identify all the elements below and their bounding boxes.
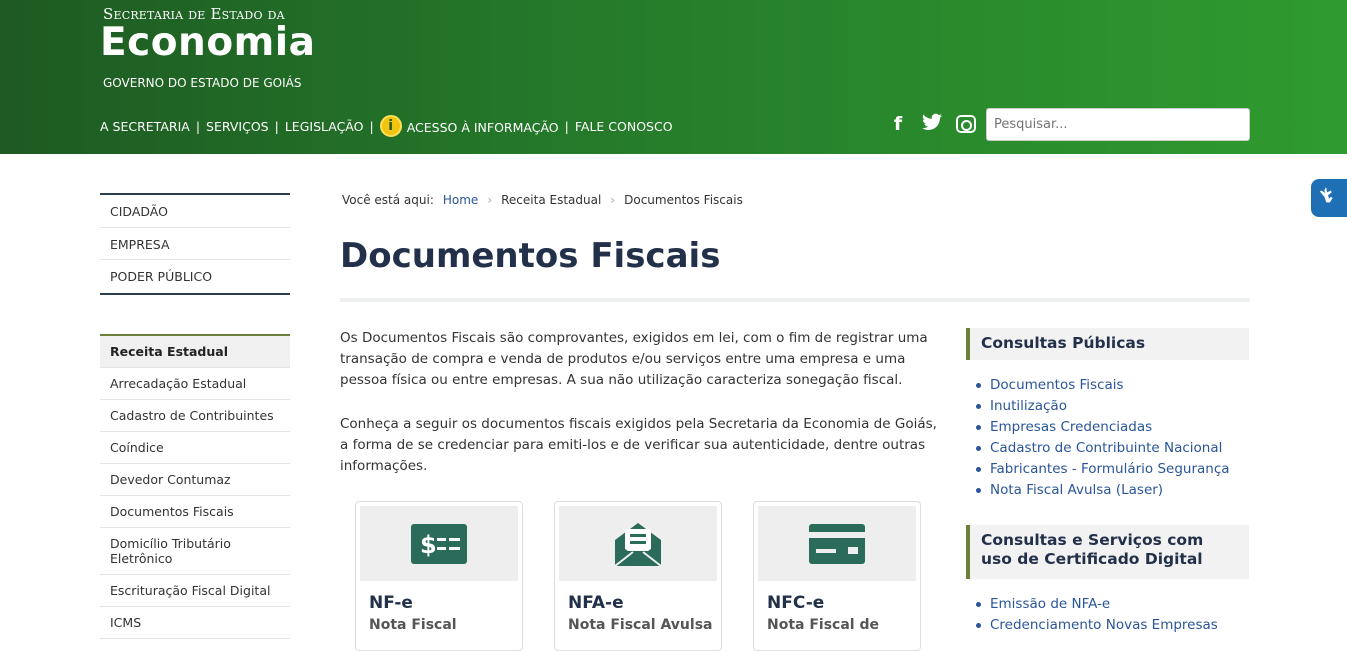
chevron-right-icon: › [487, 193, 493, 207]
nav-acesso-informacao[interactable]: i ACESSO À INFORMAÇÃO [379, 115, 559, 137]
svg-text:$: $ [420, 531, 437, 559]
section-item-escrituracao[interactable]: Escrituração Fiscal Digital [100, 575, 290, 607]
link-documentos-fiscais[interactable]: Documentos Fiscais [976, 375, 1230, 396]
nav-servicos[interactable]: SERVIÇOS [206, 119, 269, 134]
card-title: NF-e [369, 593, 413, 613]
brand-bottom[interactable]: GOVERNO DO ESTADO DE GOIÁS [103, 76, 301, 90]
title-divider [340, 298, 1250, 302]
link-inutilizacao[interactable]: Inutilização [976, 396, 1230, 417]
section-item-cadastro[interactable]: Cadastro de Contribuintes [100, 400, 290, 432]
nav-separator: | [564, 118, 569, 134]
breadcrumb-prefix: Você está aqui: [342, 193, 434, 207]
nav-separator: | [195, 118, 201, 134]
card-image: $ [360, 506, 518, 581]
page-title: Documentos Fiscais [340, 236, 721, 276]
nav-legislacao[interactable]: LEGISLAÇÃO [285, 119, 364, 134]
section-item-receita-estadual[interactable]: Receita Estadual [100, 336, 290, 368]
card-image [758, 506, 916, 581]
link-credenciamento-novas-empresas[interactable]: Credenciamento Novas Empresas [976, 615, 1218, 636]
card-image [559, 506, 717, 581]
card-nfce[interactable]: NFC-e Nota Fiscal de [753, 501, 921, 651]
top-navigation: A SECRETARIA | SERVIÇOS | LEGISLAÇÃO | i… [100, 115, 673, 137]
intro-paragraph: Os Documentos Fiscais são comprovantes, … [340, 330, 928, 388]
credit-card-icon [809, 523, 865, 564]
card-subtitle: Nota Fiscal [369, 617, 457, 633]
link-fabricantes[interactable]: Fabricantes - Formulário Segurança [976, 459, 1230, 480]
card-title: NFC-e [767, 593, 825, 613]
document-cards: $ NF-e Nota Fiscal NFA-e Nota Fiscal Avu… [355, 501, 921, 651]
nav-acesso-informacao-label: ACESSO À INFORMAÇÃO [406, 120, 559, 135]
nav-separator: | [274, 118, 279, 134]
brand-main[interactable]: Economia [100, 20, 315, 65]
facebook-icon[interactable]: f [888, 113, 908, 136]
card-title: NFA-e [568, 593, 624, 613]
consultas-publicas-links: Documentos Fiscais Inutilização Empresas… [976, 375, 1230, 501]
twitter-icon[interactable] [922, 113, 942, 136]
search-input[interactable] [986, 108, 1250, 141]
card-nfe[interactable]: $ NF-e Nota Fiscal [355, 501, 523, 651]
breadcrumb: Você está aqui: Home › Receita Estadual … [342, 193, 743, 207]
envelope-open-icon [614, 522, 662, 567]
secondary-paragraph: Conheça a seguir os documentos fiscais e… [340, 416, 937, 474]
chevron-right-icon: › [610, 193, 616, 207]
certificado-digital-links: Emissão de NFA-e Credenciamento Novas Em… [976, 594, 1218, 636]
audience-menu: CIDADÃO EMPRESA PODER PÚBLICO [100, 193, 290, 295]
instagram-icon[interactable] [956, 115, 976, 133]
nav-a-secretaria[interactable]: A SECRETARIA [100, 119, 190, 134]
audience-item-poder-publico[interactable]: PODER PÚBLICO [100, 260, 290, 293]
sign-language-icon [1318, 185, 1340, 212]
section-item-documentos-fiscais[interactable]: Documentos Fiscais [100, 496, 290, 528]
info-icon: i [379, 115, 402, 137]
breadcrumb-receita[interactable]: Receita Estadual [501, 193, 601, 207]
consultas-publicas-heading: Consultas Públicas [966, 328, 1249, 360]
vlibras-accessibility-button[interactable] [1311, 179, 1347, 217]
certificado-digital-heading: Consultas e Serviços com uso de Certific… [966, 525, 1249, 579]
link-nota-fiscal-avulsa-laser[interactable]: Nota Fiscal Avulsa (Laser) [976, 480, 1230, 501]
card-subtitle: Nota Fiscal Avulsa [568, 617, 713, 633]
section-item-domicilio[interactable]: Domicílio Tributário Eletrônico [100, 528, 290, 575]
card-subtitle: Nota Fiscal de [767, 617, 879, 633]
audience-item-empresa[interactable]: EMPRESA [100, 228, 290, 260]
nav-fale-conosco[interactable]: FALE CONOSCO [575, 119, 673, 134]
audience-item-cidadao[interactable]: CIDADÃO [100, 195, 290, 228]
link-cadastro-contribuinte-nacional[interactable]: Cadastro de Contribuinte Nacional [976, 438, 1230, 459]
social-links: f [888, 113, 976, 136]
nav-separator: | [369, 118, 374, 134]
section-menu: Receita Estadual Arrecadação Estadual Ca… [100, 334, 290, 639]
site-header: Secretaria de Estado da Economia GOVERNO… [0, 0, 1347, 154]
link-empresas-credenciadas[interactable]: Empresas Credenciadas [976, 417, 1230, 438]
section-item-icms[interactable]: ICMS [100, 607, 290, 639]
money-bill-icon: $ [411, 523, 467, 564]
section-item-coindice[interactable]: Coíndice [100, 432, 290, 464]
breadcrumb-home[interactable]: Home [443, 193, 478, 207]
card-nfae[interactable]: NFA-e Nota Fiscal Avulsa [554, 501, 722, 651]
link-emissao-nfae[interactable]: Emissão de NFA-e [976, 594, 1218, 615]
breadcrumb-current: Documentos Fiscais [624, 193, 743, 207]
section-item-devedor[interactable]: Devedor Contumaz [100, 464, 290, 496]
section-item-arrecadacao[interactable]: Arrecadação Estadual [100, 368, 290, 400]
